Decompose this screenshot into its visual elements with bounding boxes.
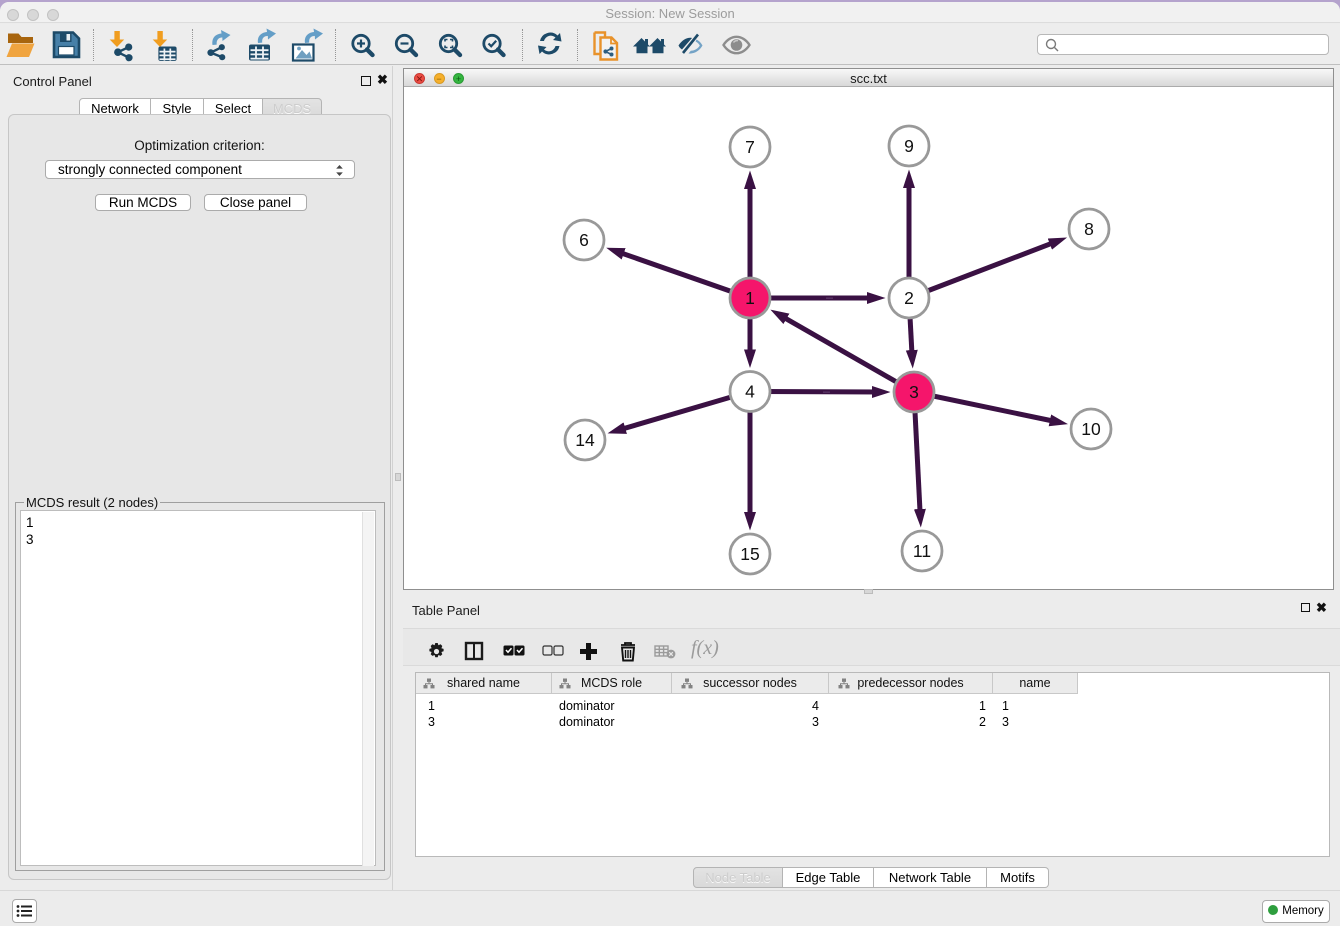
svg-text:4: 4: [745, 382, 755, 402]
svg-text:15: 15: [740, 544, 759, 564]
svg-text:1: 1: [745, 288, 755, 308]
svg-text:7: 7: [745, 137, 755, 157]
svg-text:14: 14: [575, 430, 595, 450]
svg-text:8: 8: [1084, 219, 1094, 239]
svg-text:3: 3: [909, 382, 919, 402]
svg-text:9: 9: [904, 136, 914, 156]
svg-text:2: 2: [904, 288, 914, 308]
svg-text:10: 10: [1081, 419, 1101, 439]
svg-text:6: 6: [579, 230, 589, 250]
svg-text:11: 11: [913, 541, 931, 561]
